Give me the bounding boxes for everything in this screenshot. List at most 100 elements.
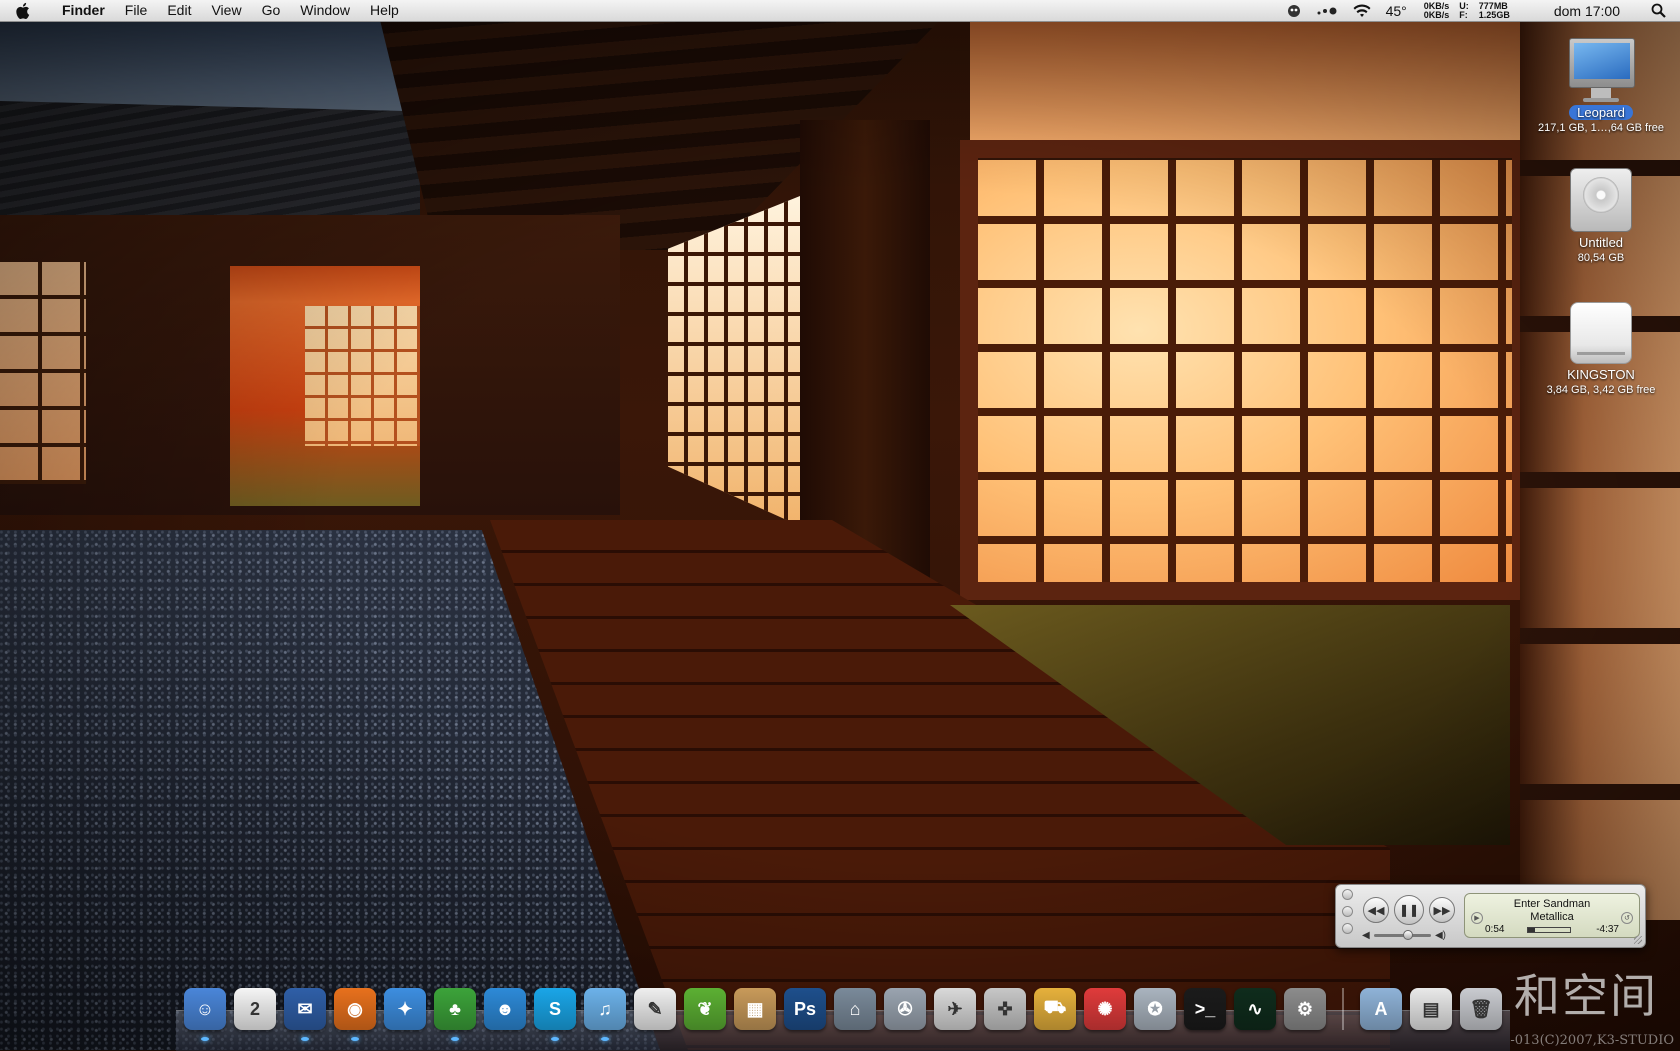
menu-window[interactable]: Window: [290, 0, 360, 21]
volume-high-icon: ◀): [1434, 929, 1446, 941]
dock-item-downloads[interactable]: ▤: [1406, 984, 1456, 1034]
adium-status-icon[interactable]: [1279, 0, 1309, 21]
dock-item-wishing-well[interactable]: ⌂: [830, 984, 880, 1034]
dock-item-safari[interactable]: ✦: [380, 984, 430, 1034]
fast-forward-icon: ▶▶: [1433, 904, 1451, 917]
dock-item-thunderbird[interactable]: ✉: [280, 984, 330, 1041]
network-rates: 0KB/s 0KB/s: [1423, 1, 1450, 20]
memory-free: 1.25GB: [1478, 9, 1510, 20]
gear-icon: ⚙: [1284, 988, 1326, 1030]
menu-help[interactable]: Help: [360, 0, 409, 21]
skype-glyph: S: [548, 998, 561, 1019]
thunderbird-glyph: ✉: [297, 998, 313, 1019]
menu-clock[interactable]: dom 17:00: [1520, 0, 1644, 21]
desktop-item-untitled[interactable]: Untitled 80,54 GB: [1521, 168, 1680, 264]
close-window-button[interactable]: [1342, 889, 1353, 900]
dock-item-imovie[interactable]: ✇: [880, 984, 930, 1034]
snapback-icon[interactable]: ↺: [1621, 912, 1633, 924]
play-pause-button[interactable]: ❚❚: [1394, 895, 1424, 925]
calendar-glyph: 2: [249, 998, 260, 1019]
dock-item-preview[interactable]: ▦: [730, 984, 780, 1034]
raygun-glyph: ✺: [1097, 998, 1113, 1019]
remaining-time: -4:37: [1596, 924, 1619, 935]
dock-item-transmit[interactable]: ⛟: [1030, 984, 1080, 1034]
desktop-item-label: KINGSTON: [1567, 367, 1635, 382]
dock-item-messenger[interactable]: ☻: [480, 984, 530, 1034]
finder-glyph: ☺: [195, 998, 215, 1019]
spotlight-search-icon[interactable]: [1644, 0, 1680, 21]
itunes-mini-player: ◀◀ ❚❚ ▶▶ ◀ ◀) ▶ Enter Sandman Metallica …: [1335, 884, 1646, 948]
dock-item-adium[interactable]: ♣: [430, 984, 480, 1041]
desktop-item-kingston[interactable]: KINGSTON 3,84 GB, 3,42 GB free: [1521, 302, 1680, 396]
activity-monitor-icon: ∿: [1234, 988, 1276, 1030]
desktop-item-info: 80,54 GB: [1577, 252, 1625, 264]
wallpaper-copyright: -013(C)2007,K3-STUDIO: [1510, 1033, 1674, 1048]
resize-grip[interactable]: [1634, 936, 1642, 944]
safari-icon: ✦: [384, 988, 426, 1030]
volume-control: ◀ ◀): [1362, 929, 1446, 941]
terminal-icon: >_: [1184, 988, 1226, 1030]
dock-item-ical[interactable]: 2: [230, 984, 280, 1034]
desktop-item-leopard[interactable]: Leopard 217,1 GB, 1…,64 GB free: [1521, 36, 1680, 134]
dock-item-finder[interactable]: ☺: [180, 984, 230, 1041]
volume-slider-knob[interactable]: [1403, 929, 1414, 940]
menu-file[interactable]: File: [115, 0, 158, 21]
desktop-item-label: Leopard: [1569, 105, 1633, 120]
dock-item-photoshop[interactable]: Ps: [780, 984, 830, 1034]
bluetooth-dots-icon[interactable]: [1309, 0, 1345, 21]
imac-icon: [1567, 36, 1635, 102]
dock-separator[interactable]: [1342, 988, 1344, 1030]
running-indicator: [451, 1037, 459, 1041]
wifi-icon[interactable]: [1345, 0, 1379, 21]
toast-glyph: ✈: [947, 998, 963, 1019]
memory-labels: U: F:: [1459, 1, 1469, 20]
net-up-rate: 0KB/s: [1423, 9, 1450, 20]
running-indicator: [601, 1037, 609, 1041]
activity-monitor-glyph: ∿: [1247, 998, 1263, 1019]
dock-item-itunes[interactable]: ♫: [580, 984, 630, 1041]
temperature-readout[interactable]: 45°: [1379, 0, 1414, 21]
network-memory-stats[interactable]: 0KB/s 0KB/s U: F: 777MB 1.25GB: [1414, 1, 1520, 20]
pause-icon: ❚❚: [1398, 903, 1420, 917]
adium-glyph: ♣: [449, 998, 461, 1019]
next-track-button[interactable]: ▶▶: [1429, 897, 1455, 923]
menu-edit[interactable]: Edit: [157, 0, 201, 21]
finder-icon: ☺: [184, 988, 226, 1030]
textedit-glyph: ✎: [647, 998, 663, 1019]
previous-track-button[interactable]: ◀◀: [1363, 897, 1389, 923]
messenger-glyph: ☻: [495, 998, 515, 1019]
dock-item-trash[interactable]: 🗑: [1456, 984, 1506, 1034]
dock-item-applications[interactable]: A: [1356, 984, 1406, 1034]
leaf-glyph: ❦: [697, 998, 713, 1019]
app-menu-finder[interactable]: Finder: [52, 0, 115, 21]
memory-free-label: F:: [1459, 9, 1468, 20]
menu-bar: Finder File Edit View Go Window Help 45°…: [0, 0, 1680, 22]
apple-menu-icon[interactable]: [16, 0, 38, 21]
playback-progress-bar[interactable]: [1527, 927, 1571, 933]
dock-item-ray-gun[interactable]: ✺: [1080, 984, 1130, 1034]
dock-item-terminal[interactable]: >_: [1180, 984, 1230, 1034]
dock-item-activity-monitor[interactable]: ∿: [1230, 984, 1280, 1034]
dock-item-joystick[interactable]: ✜: [980, 984, 1030, 1034]
volume-slider[interactable]: [1373, 929, 1431, 940]
preview-icon: ▦: [734, 988, 776, 1030]
joystick-icon: ✜: [984, 988, 1026, 1030]
dock-item-skype[interactable]: S: [530, 984, 580, 1041]
zoom-window-button[interactable]: [1342, 923, 1353, 934]
running-indicator: [201, 1037, 209, 1041]
menu-view[interactable]: View: [201, 0, 251, 21]
minimize-window-button[interactable]: [1342, 906, 1353, 917]
downloads-stack-icon: ▤: [1410, 988, 1452, 1030]
dock-item-toast[interactable]: ✈: [930, 984, 980, 1034]
menu-go[interactable]: Go: [252, 0, 291, 21]
dock-item-remote-desktop[interactable]: ✪: [1130, 984, 1180, 1034]
dock-item-textedit[interactable]: ✎: [630, 984, 680, 1034]
volume-low-icon: ◀: [1362, 929, 1370, 941]
dock-item-system-preferences[interactable]: ⚙: [1280, 984, 1330, 1034]
toast-icon: ✈: [934, 988, 976, 1030]
leaf-icon: ❦: [684, 988, 726, 1030]
dock-item-leaf[interactable]: ❦: [680, 984, 730, 1034]
terminal-glyph: >_: [1194, 998, 1216, 1019]
dock-item-firefox[interactable]: ◉: [330, 984, 380, 1041]
wallpaper-watermark: 和空间: [1514, 969, 1658, 1023]
